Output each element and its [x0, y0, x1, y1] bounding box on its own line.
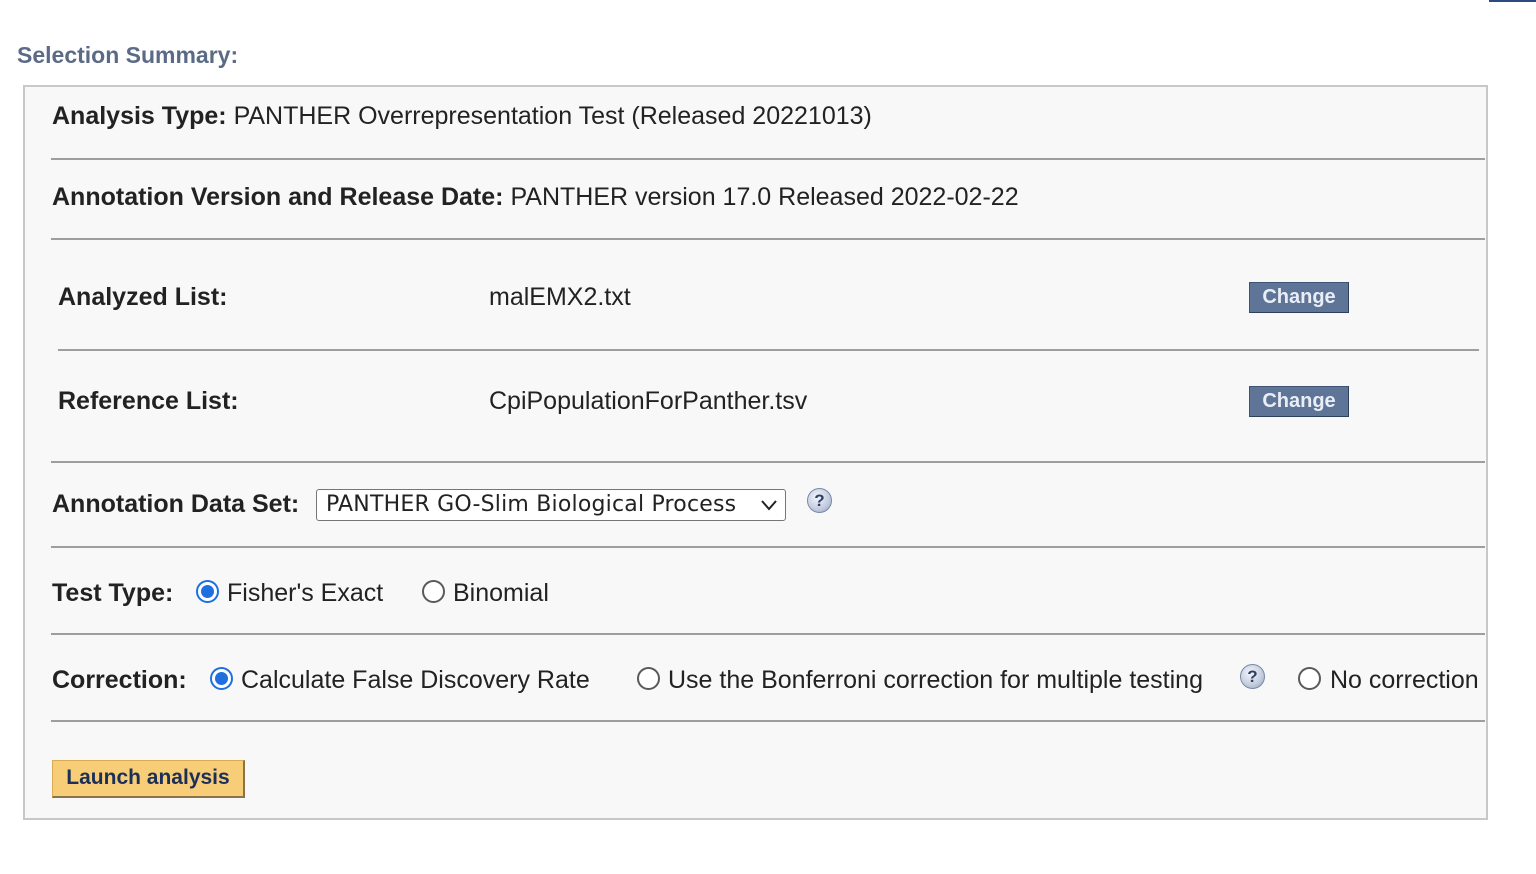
bonferroni-label[interactable]: Use the Bonferroni correction for multip… [668, 666, 1203, 695]
binomial-label[interactable]: Binomial [453, 579, 549, 608]
annotation-version-row: Annotation Version and Release Date: PAN… [52, 183, 1019, 212]
divider [51, 238, 1485, 240]
binomial-radio[interactable] [422, 580, 445, 603]
fishers-exact-radio[interactable] [196, 580, 219, 603]
reference-list-filename: CpiPopulationForPanther.tsv [489, 387, 808, 415]
chevron-down-icon [761, 500, 777, 511]
annotation-data-set-help-icon[interactable]: ? [807, 488, 832, 513]
divider [51, 158, 1485, 160]
no-correction-radio[interactable] [1298, 667, 1321, 690]
top-corner-bar [1489, 0, 1536, 2]
divider [51, 546, 1485, 548]
false-discovery-rate-radio[interactable] [210, 667, 233, 690]
test-type-label: Test Type: [52, 579, 174, 607]
false-discovery-rate-label[interactable]: Calculate False Discovery Rate [241, 666, 590, 695]
annotation-data-set-value: PANTHER GO-Slim Biological Process [326, 492, 737, 517]
correction-label: Correction: [52, 666, 187, 694]
selection-summary-heading: Selection Summary: [17, 42, 239, 68]
annotation-version-label: Annotation Version and Release Date: [52, 183, 504, 211]
launch-analysis-button[interactable]: Launch analysis [52, 760, 245, 798]
analyzed-list-label: Analyzed List: [58, 283, 228, 311]
analyzed-list-filename: malEMX2.txt [489, 283, 631, 311]
divider [58, 349, 1479, 351]
divider [51, 633, 1485, 635]
no-correction-label[interactable]: No correction [1330, 666, 1479, 695]
divider [51, 720, 1485, 722]
analysis-type-value: PANTHER Overrepresentation Test (Release… [233, 102, 872, 130]
selection-summary-panel: Analysis Type: PANTHER Overrepresentatio… [23, 85, 1488, 820]
fishers-exact-label[interactable]: Fisher's Exact [227, 579, 383, 608]
change-reference-list-button[interactable]: Change [1249, 386, 1349, 417]
analysis-type-row: Analysis Type: PANTHER Overrepresentatio… [52, 102, 872, 131]
divider [51, 461, 1485, 463]
annotation-version-value: PANTHER version 17.0 Released 2022-02-22 [510, 183, 1019, 211]
change-analyzed-list-button[interactable]: Change [1249, 282, 1349, 313]
annotation-data-set-select[interactable]: PANTHER GO-Slim Biological Process [316, 489, 786, 521]
reference-list-label: Reference List: [58, 387, 239, 415]
bonferroni-radio[interactable] [637, 667, 660, 690]
analysis-type-label: Analysis Type: [52, 102, 227, 130]
annotation-data-set-label: Annotation Data Set: [52, 490, 300, 518]
correction-help-icon[interactable]: ? [1240, 664, 1265, 689]
